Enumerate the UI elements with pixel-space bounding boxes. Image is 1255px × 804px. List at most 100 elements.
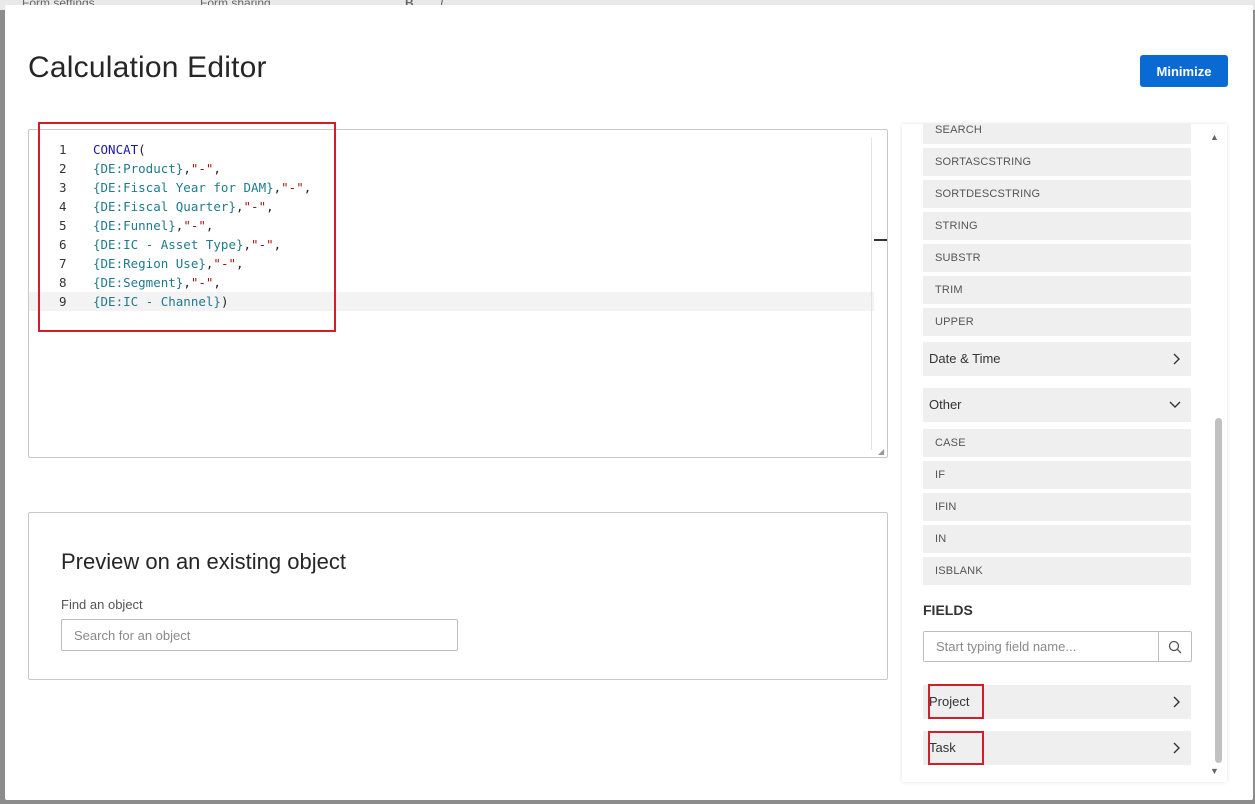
code-text: {DE:IC - Channel}) bbox=[93, 292, 228, 311]
editor-scrollbar[interactable] bbox=[871, 138, 879, 450]
line-number: 6 bbox=[59, 237, 67, 252]
code-token: {DE:Region Use} bbox=[93, 256, 206, 271]
code-token: CONCAT bbox=[93, 142, 139, 157]
code-text: CONCAT( bbox=[93, 140, 146, 159]
code-token: {DE:IC - Channel} bbox=[93, 294, 221, 309]
group-date-time[interactable]: Date & Time bbox=[923, 342, 1191, 376]
scroll-down-arrow-icon[interactable]: ▼ bbox=[1210, 766, 1219, 776]
preview-panel: Preview on an existing object Find an ob… bbox=[28, 512, 888, 680]
line-number: 5 bbox=[59, 218, 67, 233]
code-text: {DE:Fiscal Year for DAM},"-", bbox=[93, 178, 311, 197]
preview-title: Preview on an existing object bbox=[61, 549, 346, 574]
function-item[interactable]: SUBSTR bbox=[923, 244, 1191, 272]
search-icon bbox=[1168, 640, 1182, 653]
code-token: ( bbox=[138, 142, 146, 157]
function-item[interactable]: IFIN bbox=[923, 493, 1191, 521]
function-item[interactable]: ISBLANK bbox=[923, 557, 1191, 585]
function-item[interactable]: CASE bbox=[923, 429, 1191, 457]
code-line[interactable]: 7 {DE:Region Use},"-", bbox=[29, 254, 874, 273]
field-object-task-label: Task bbox=[929, 740, 956, 755]
chevron-right-icon bbox=[1171, 342, 1181, 388]
code-line[interactable]: 1 CONCAT( bbox=[29, 140, 874, 159]
code-token: "-" bbox=[213, 256, 236, 271]
function-item[interactable]: SORTDESCSTRING bbox=[923, 180, 1191, 208]
code-line[interactable]: 6 {DE:IC - Asset Type},"-", bbox=[29, 235, 874, 254]
line-number: 7 bbox=[59, 256, 67, 271]
code-token: "-" bbox=[190, 161, 214, 176]
field-search bbox=[923, 631, 1192, 662]
group-date-time-label: Date & Time bbox=[929, 351, 1001, 366]
code-text: {DE:IC - Asset Type},"-", bbox=[93, 235, 281, 254]
code-token: {DE:Segment} bbox=[93, 275, 184, 290]
code-token: , bbox=[213, 275, 221, 290]
code-text: {DE:Region Use},"-", bbox=[93, 254, 244, 273]
field-object-project-label: Project bbox=[929, 694, 970, 709]
code-line[interactable]: 9 {DE:IC - Channel}) bbox=[29, 292, 874, 311]
code-token: "-" bbox=[251, 237, 274, 252]
code-token: , bbox=[183, 161, 191, 176]
chevron-down-icon bbox=[1169, 388, 1181, 434]
chevron-right-icon bbox=[1171, 731, 1181, 777]
code-token: {DE:Fiscal Quarter} bbox=[93, 199, 236, 214]
code-token: "-" bbox=[190, 275, 214, 290]
code-token: {DE:Funnel} bbox=[93, 218, 176, 233]
editor-scroll-marker bbox=[874, 239, 887, 241]
code-text: {DE:Fiscal Quarter},"-", bbox=[93, 197, 274, 216]
code-token: {DE:Fiscal Year for DAM} bbox=[93, 180, 274, 195]
code-token: , bbox=[243, 237, 252, 252]
minimize-button[interactable]: Minimize bbox=[1140, 55, 1228, 87]
line-number: 9 bbox=[59, 294, 67, 309]
fields-heading: FIELDS bbox=[923, 602, 973, 618]
code-line[interactable]: 4 {DE:Fiscal Quarter},"-", bbox=[29, 197, 874, 216]
code-token: , bbox=[236, 199, 244, 214]
code-token: , bbox=[273, 237, 282, 252]
chevron-right-icon bbox=[1171, 685, 1181, 731]
resize-handle-icon[interactable]: ◢ bbox=[878, 448, 886, 456]
code-token: {DE:IC - Asset Type} bbox=[93, 237, 244, 252]
code-token: ) bbox=[220, 294, 229, 309]
field-object-project[interactable]: Project bbox=[923, 685, 1191, 719]
code-line[interactable]: 2 {DE:Product},"-", bbox=[29, 159, 874, 178]
line-number: 8 bbox=[59, 275, 67, 290]
function-item[interactable]: IF bbox=[923, 461, 1191, 489]
code-token: , bbox=[266, 199, 274, 214]
code-line[interactable]: 8 {DE:Segment},"-", bbox=[29, 273, 874, 292]
search-object-input[interactable] bbox=[61, 619, 458, 651]
line-number: 4 bbox=[59, 199, 67, 214]
code-line[interactable]: 3 {DE:Fiscal Year for DAM},"-", bbox=[29, 178, 874, 197]
search-button[interactable] bbox=[1158, 632, 1191, 661]
line-number: 1 bbox=[59, 142, 67, 157]
find-object-label: Find an object bbox=[61, 597, 143, 612]
panel-scrollbar-thumb[interactable] bbox=[1215, 418, 1222, 763]
function-item[interactable]: STRING bbox=[923, 212, 1191, 240]
function-item[interactable]: UPPER bbox=[923, 308, 1191, 336]
code-text: {DE:Funnel},"-", bbox=[93, 216, 213, 235]
field-search-input[interactable] bbox=[924, 632, 1159, 661]
group-other-label: Other bbox=[929, 397, 962, 412]
scroll-up-arrow-icon[interactable]: ▲ bbox=[1210, 132, 1219, 142]
code-editor[interactable]: 1 CONCAT(2 {DE:Product},"-", 3 {DE:Fiscal Ye… bbox=[28, 129, 888, 458]
line-number: 2 bbox=[59, 161, 67, 176]
code-token: "-" bbox=[183, 218, 206, 233]
group-other[interactable]: Other bbox=[923, 388, 1191, 422]
modal-title: Calculation Editor bbox=[28, 51, 267, 84]
code-token: {DE:Product} bbox=[93, 161, 184, 176]
function-item[interactable]: SORTASCSTRING bbox=[923, 148, 1191, 176]
line-number: 3 bbox=[59, 180, 67, 195]
code-token: , bbox=[303, 180, 312, 195]
function-item[interactable]: SEARCH bbox=[923, 124, 1191, 144]
field-object-task[interactable]: Task bbox=[923, 731, 1191, 765]
code-token: "-" bbox=[243, 199, 267, 214]
code-token: "-" bbox=[281, 180, 304, 195]
code-token: , bbox=[183, 275, 191, 290]
code-token: , bbox=[205, 218, 214, 233]
code-lines[interactable]: 1 CONCAT(2 {DE:Product},"-", 3 {DE:Fiscal Ye… bbox=[29, 140, 874, 311]
function-item[interactable]: IN bbox=[923, 525, 1191, 553]
code-line[interactable]: 5 {DE:Funnel},"-", bbox=[29, 216, 874, 235]
function-item[interactable]: TRIM bbox=[923, 276, 1191, 304]
code-token: , bbox=[213, 161, 221, 176]
functions-fields-panel[interactable]: SEARCH SORTASCSTRING SORTDESCSTRING STRING S… bbox=[902, 124, 1227, 782]
code-token: , bbox=[236, 256, 244, 271]
code-text: {DE:Segment},"-", bbox=[93, 273, 221, 292]
code-text: {DE:Product},"-", bbox=[93, 159, 221, 178]
